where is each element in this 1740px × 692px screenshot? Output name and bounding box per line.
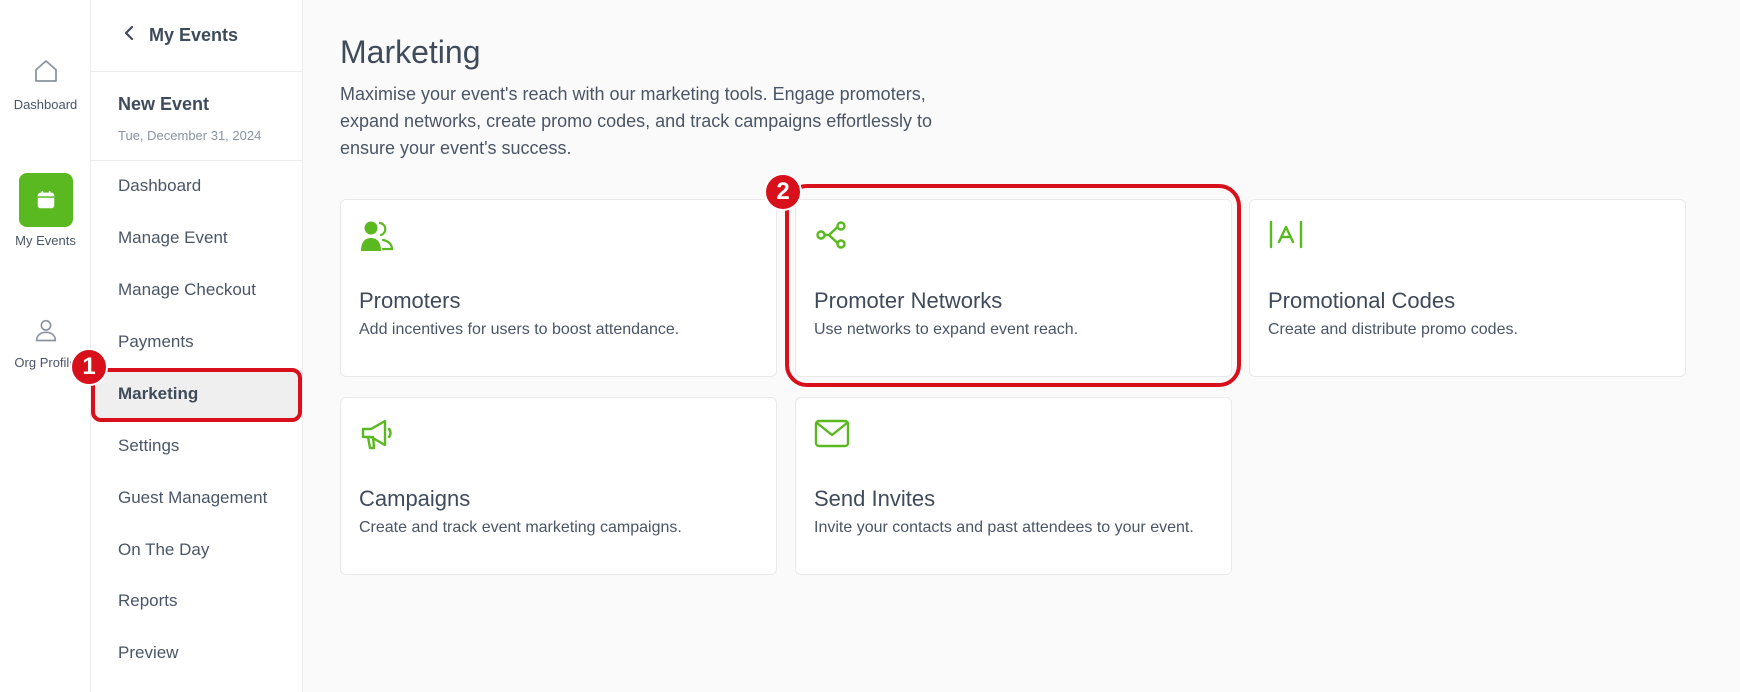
- promo-code-icon: [1268, 218, 1304, 254]
- card-description: Create and track event marketing campaig…: [359, 519, 682, 536]
- sidebar-item-payments[interactable]: Payments: [91, 318, 302, 366]
- app-rail: Dashboard My Events Org Profile: [0, 0, 91, 692]
- card-title: Promoters: [359, 288, 461, 313]
- card-title: Promoter Networks: [814, 288, 1003, 313]
- user-icon: [32, 316, 60, 349]
- sidebar-item-preview[interactable]: Preview: [91, 629, 302, 677]
- megaphone-icon: [359, 416, 395, 452]
- card-promoters[interactable]: Promoters Add incentives for users to bo…: [340, 199, 777, 377]
- rail-item-my-events[interactable]: My Events: [0, 173, 91, 248]
- sidebar-item-reports[interactable]: Reports: [91, 577, 302, 625]
- event-summary: New Event Tue, December 31, 2024: [91, 72, 302, 161]
- network-share-icon: [814, 218, 850, 254]
- rail-label: My Events: [15, 233, 76, 248]
- card-title: Send Invites: [814, 486, 936, 511]
- promoters-icon: [359, 218, 395, 254]
- card-description: Create and distribute promo codes.: [1268, 321, 1518, 338]
- event-date: Tue, December 31, 2024: [118, 128, 262, 143]
- chevron-left-icon: [123, 25, 135, 46]
- event-name: New Event: [118, 94, 210, 114]
- sidebar-item-dashboard[interactable]: Dashboard: [91, 162, 302, 210]
- rail-label: Dashboard: [13, 97, 78, 112]
- envelope-icon: [814, 416, 850, 452]
- sidebar-item-on-the-day[interactable]: On The Day: [91, 526, 302, 574]
- card-send-invites[interactable]: Send Invites Invite your contacts and pa…: [795, 397, 1232, 575]
- card-promotional-codes[interactable]: Promotional Codes Create and distribute …: [1249, 199, 1686, 377]
- sidebar-item-manage-checkout[interactable]: Manage Checkout: [91, 266, 302, 314]
- card-title: Campaigns: [359, 486, 471, 511]
- home-icon: [31, 56, 61, 91]
- sidebar-item-marketing[interactable]: Marketing: [91, 370, 302, 418]
- step-badge-1: 1: [70, 348, 108, 386]
- calendar-icon: [18, 173, 73, 227]
- rail-item-dashboard[interactable]: Dashboard: [0, 56, 91, 112]
- sidebar-item-guest-management[interactable]: Guest Management: [91, 474, 302, 522]
- page-description: Maximise your event's reach with our mar…: [340, 84, 932, 158]
- card-description: Use networks to expand event reach.: [814, 321, 1079, 338]
- card-promoter-networks[interactable]: Promoter Networks Use networks to expand…: [795, 199, 1232, 377]
- sidebar-item-settings[interactable]: Settings: [91, 422, 302, 470]
- card-campaigns[interactable]: Campaigns Create and track event marketi…: [340, 397, 777, 575]
- card-description: Add incentives for users to boost attend…: [359, 321, 680, 338]
- card-title: Promotional Codes: [1268, 288, 1456, 313]
- rail-label: Org Profile: [14, 355, 77, 370]
- sidebar-item-manage-event[interactable]: Manage Event: [91, 214, 302, 262]
- back-label: My Events: [149, 25, 239, 45]
- page-title: Marketing: [340, 34, 481, 70]
- step-badge-2: 2: [764, 173, 802, 211]
- card-description: Invite your contacts and past attendees …: [814, 519, 1194, 536]
- event-sidebar: My Events New Event Tue, December 31, 20…: [91, 0, 303, 692]
- back-to-my-events[interactable]: My Events: [91, 0, 302, 72]
